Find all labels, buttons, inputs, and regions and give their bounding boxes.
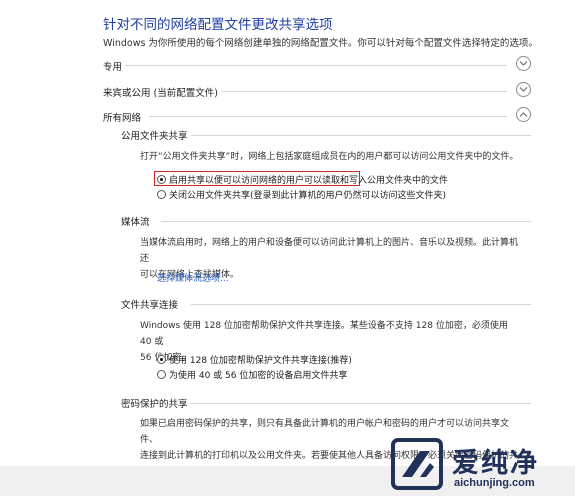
radio-public-off[interactable]: 关闭公用文件夹共享(登录到此计算机的用户仍然可以访问这些文件夹)	[157, 188, 447, 201]
media-header-label: 媒体流	[121, 217, 150, 228]
chevron-up-icon[interactable]	[516, 107, 531, 122]
section-private-label: 专用	[103, 62, 123, 73]
radio-public-off-label: 关闭公用文件夹共享(登录到此计算机的用户仍然可以访问这些文件夹)	[169, 191, 447, 201]
section-guest-divider	[221, 91, 507, 92]
public-folder-header-label: 公用文件夹共享	[121, 131, 188, 142]
radio-public-on[interactable]: 启用共享以便可以访问网络的用户可以读取和写入公用文件夹中的文件	[157, 173, 449, 186]
file-sharing-header: 文件共享连接	[121, 297, 531, 311]
media-header: 媒体流	[121, 214, 531, 228]
radio-empty-icon[interactable]	[157, 190, 166, 199]
watermark-logo: 爱纯净 aichunjing.com	[390, 437, 540, 497]
watermark-text: 爱纯净	[452, 448, 539, 479]
radio-encrypt-128-label: 使用 128 位加密帮助保护文件共享连接(推荐)	[169, 356, 352, 366]
password-divider	[191, 403, 531, 404]
media-description-line1: 当媒体流启用时，网络上的用户和设备便可以访问此计算机上的图片、音乐以及视频。此计…	[140, 238, 519, 264]
radio-encrypt-128[interactable]: 使用 128 位加密帮助保护文件共享连接(推荐)	[157, 353, 352, 366]
section-guest[interactable]: 来宾或公用 (当前配置文件)	[103, 82, 531, 100]
radio-selected-icon[interactable]	[157, 355, 166, 364]
file-sharing-header-label: 文件共享连接	[121, 300, 179, 311]
section-private[interactable]: 专用	[103, 56, 531, 74]
radio-encrypt-40-56[interactable]: 为使用 40 或 56 位加密的设备启用文件共享	[157, 368, 348, 381]
section-guest-label: 来宾或公用 (当前配置文件)	[103, 88, 218, 99]
section-all-divider	[149, 116, 507, 117]
password-header-label: 密码保护的共享	[121, 399, 188, 410]
public-folder-divider	[191, 135, 531, 136]
section-all-label: 所有网络	[103, 113, 142, 124]
radio-empty-icon[interactable]	[157, 370, 166, 379]
file-sharing-divider	[191, 304, 531, 305]
public-folder-header: 公用文件夹共享	[121, 128, 531, 142]
radio-selected-icon[interactable]	[157, 175, 166, 184]
page-description: Windows 为你所使用的每个网络创建单独的网络配置文件。你可以针对每个配置文…	[103, 38, 538, 49]
section-all-networks[interactable]: 所有网络	[103, 107, 531, 125]
password-header: 密码保护的共享	[121, 396, 531, 410]
public-folder-description: 打开“公用文件夹共享”时，网络上包括家庭组成员在内的用户都可以访问公用文件夹中的…	[140, 152, 519, 162]
page-title: 针对不同的网络配置文件更改共享选项	[103, 17, 333, 33]
media-divider	[161, 221, 531, 222]
media-stream-options-link[interactable]: 选择媒体流选项...	[157, 271, 229, 284]
radio-public-on-label: 启用共享以便可以访问网络的用户可以读取和写入公用文件夹中的文件	[169, 176, 449, 186]
chevron-down-icon[interactable]	[516, 82, 531, 97]
section-private-divider	[125, 65, 507, 66]
chevron-down-icon[interactable]	[516, 56, 531, 71]
watermark-url: aichunjing.com	[454, 477, 535, 489]
radio-encrypt-40-56-label: 为使用 40 或 56 位加密的设备启用文件共享	[169, 371, 348, 381]
logo-mark-icon	[391, 438, 443, 490]
file-sharing-description-line1: Windows 使用 128 位加密帮助保护文件共享连接。某些设备不支持 128…	[140, 321, 508, 347]
